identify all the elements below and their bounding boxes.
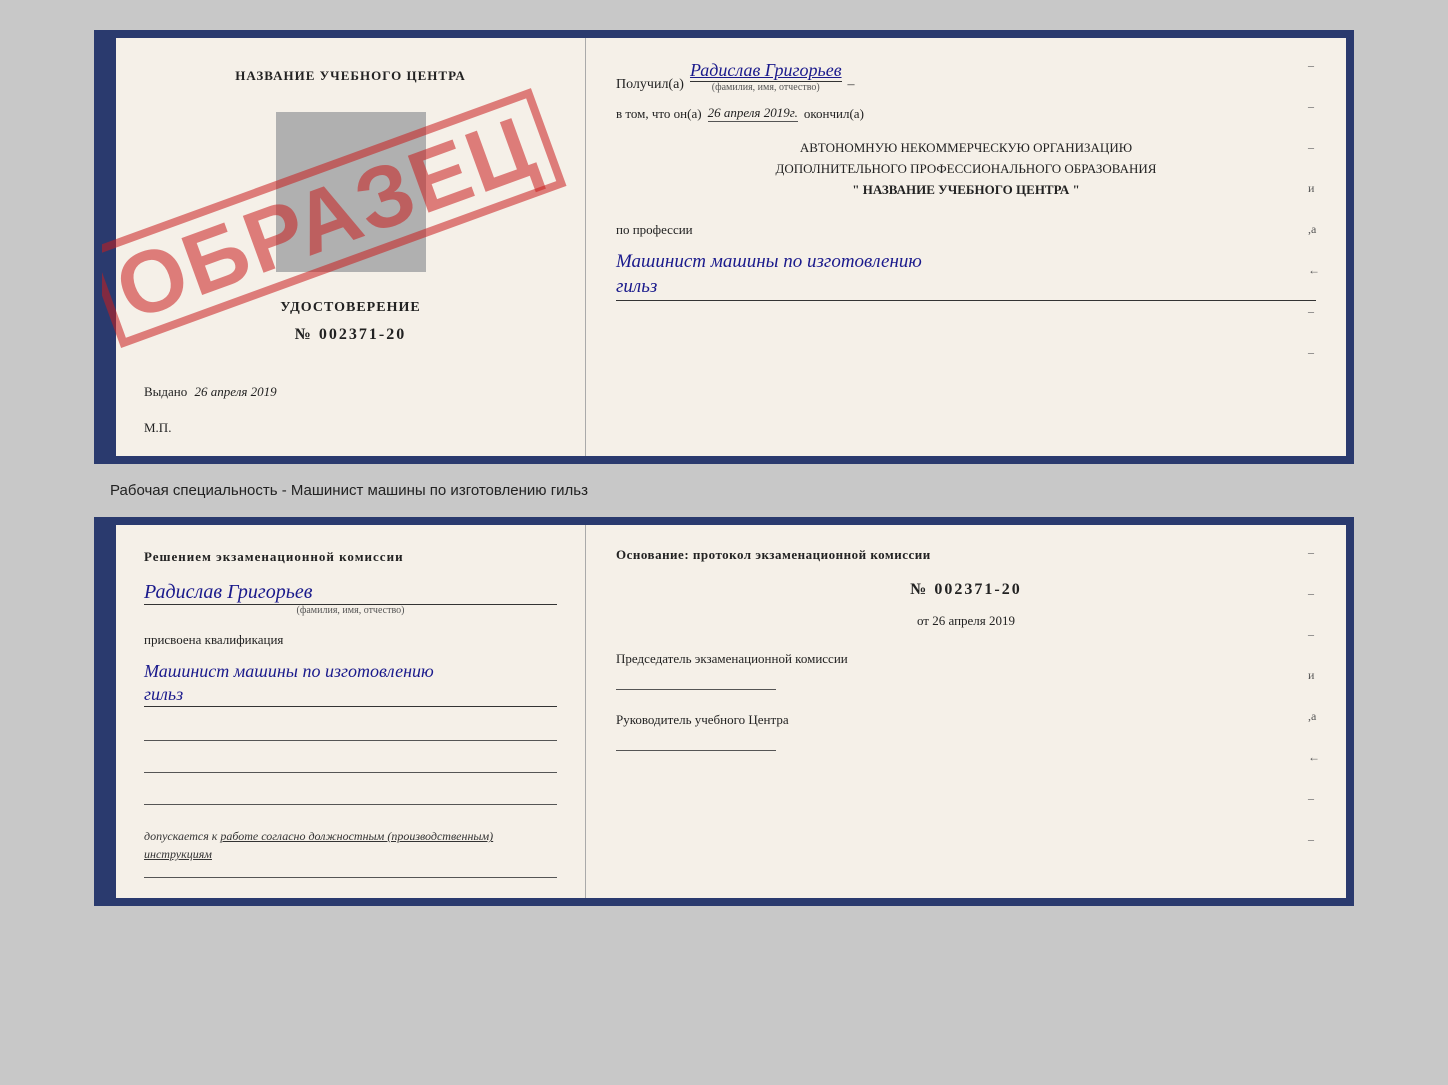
- date-line: в том, что он(а) 26 апреля 2019г. окончи…: [616, 105, 1316, 122]
- top-document: НАЗВАНИЕ УЧЕБНОГО ЦЕНТРА УДОСТОВЕРЕНИЕ №…: [94, 30, 1354, 464]
- top-center-title: НАЗВАНИЕ УЧЕБНОГО ЦЕНТРА: [144, 68, 557, 84]
- spine-bottom: [102, 525, 116, 898]
- photo-placeholder: [276, 112, 426, 272]
- profession-value: Машинист машины по изготовлению гильз: [616, 250, 1316, 300]
- mp-label: М.П.: [144, 420, 557, 436]
- date-value: 26 апреля 2019г.: [708, 105, 798, 122]
- cert-number: № 002371-20: [144, 326, 557, 344]
- protocol-date: от 26 апреля 2019: [616, 613, 1316, 629]
- assigned-label: присвоена квалификация: [144, 632, 557, 648]
- top-right-panel: Получил(а) Радислав Григорьев (фамилия, …: [586, 38, 1346, 456]
- underline-2: [144, 755, 557, 773]
- right-dashes-top: – – – и ,а ← – –: [1308, 58, 1320, 360]
- bottom-left-panel: Решением экзаменационной комиссии Радисл…: [116, 525, 586, 898]
- basis-label: Основание: протокол экзаменационной коми…: [616, 547, 1316, 563]
- fio-hint-bot: (фамилия, имя, отчество): [144, 605, 557, 616]
- recipient-line: Получил(а) Радислав Григорьев (фамилия, …: [616, 60, 1316, 93]
- director-signature-line: [616, 750, 776, 751]
- middle-label: Рабочая специальность - Машинист машины …: [110, 482, 588, 499]
- fio-hint-top: (фамилия, имя, отчество): [712, 82, 820, 93]
- right-dashes-bot: – – – и ,а ← – –: [1308, 545, 1320, 847]
- allowed-label: допускается к работе согласно должностны…: [144, 827, 557, 863]
- protocol-number: № 002371-20: [616, 581, 1316, 599]
- top-left-panel: НАЗВАНИЕ УЧЕБНОГО ЦЕНТРА УДОСТОВЕРЕНИЕ №…: [116, 38, 586, 456]
- bottom-name: Радислав Григорьев: [144, 581, 557, 605]
- org-block: АВТОНОМНУЮ НЕКОММЕРЧЕСКУЮ ОРГАНИЗАЦИЮ ДО…: [616, 138, 1316, 200]
- director-block: Руководитель учебного Центра: [616, 712, 1316, 751]
- underline-1: [144, 723, 557, 741]
- chairman-block: Председатель экзаменационной комиссии: [616, 651, 1316, 690]
- cert-label: УДОСТОВЕРЕНИЕ: [144, 300, 557, 316]
- issued-line: Выдано 26 апреля 2019: [144, 384, 557, 400]
- recipient-name: Радислав Григорьев: [690, 60, 842, 82]
- resolution-title: Решением экзаменационной комиссии: [144, 547, 557, 567]
- allowed-underline: [144, 877, 557, 878]
- underline-3: [144, 787, 557, 805]
- bottom-document: Решением экзаменационной комиссии Радисл…: [94, 517, 1354, 906]
- chairman-signature-line: [616, 689, 776, 690]
- qualification-value: Машинист машины по изготовлению гильз: [144, 660, 557, 708]
- underlines-block: [144, 723, 557, 805]
- bottom-right-panel: Основание: протокол экзаменационной коми…: [586, 525, 1346, 898]
- spine-top: [102, 38, 116, 456]
- profession-label: по профессии: [616, 222, 1316, 238]
